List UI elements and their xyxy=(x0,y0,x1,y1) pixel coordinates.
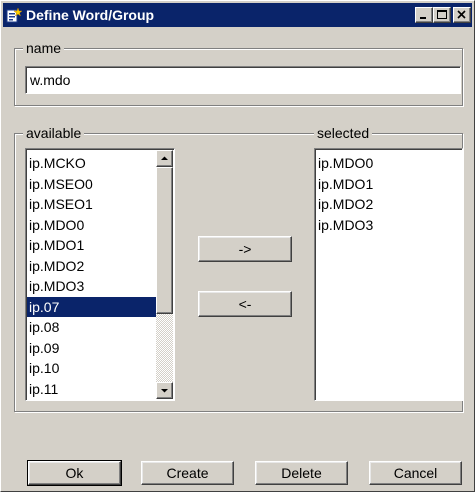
selected-listbox[interactable]: ip.MDO0 ip.MDO1 ip.MDO2 ip.MDO3 xyxy=(314,148,463,401)
ok-button[interactable]: Ok xyxy=(27,460,122,486)
app-icon xyxy=(6,7,23,23)
close-button[interactable] xyxy=(453,7,471,23)
name-input[interactable]: w.mdo xyxy=(25,66,461,94)
selected-list-item[interactable]: ip.MDO0 xyxy=(316,153,461,174)
delete-button[interactable]: Delete xyxy=(255,461,348,485)
maximize-icon xyxy=(437,10,447,19)
available-list-item[interactable]: ip.MDO3 xyxy=(27,276,156,297)
add-to-selected-button[interactable]: -> xyxy=(198,236,292,262)
available-list-item[interactable]: ip.MDO2 xyxy=(27,256,156,277)
available-list-item[interactable]: ip.MSEO1 xyxy=(27,194,156,215)
arrow-up-icon xyxy=(161,156,168,160)
available-scrollbar[interactable] xyxy=(156,150,173,399)
available-list-item[interactable]: ip.MDO0 xyxy=(27,215,156,236)
scroll-thumb[interactable] xyxy=(156,167,173,314)
available-list-item[interactable]: ip.08 xyxy=(27,317,156,338)
arrow-down-icon xyxy=(161,389,168,393)
name-legend: name xyxy=(23,40,65,56)
available-list-item[interactable]: ip.MCKO xyxy=(27,153,156,174)
minimize-icon xyxy=(420,17,426,19)
available-list-item[interactable]: ip.07 xyxy=(27,296,156,317)
close-icon xyxy=(457,10,466,19)
maximize-button[interactable] xyxy=(433,7,451,23)
create-button[interactable]: Create xyxy=(141,461,234,485)
scroll-up-button[interactable] xyxy=(156,150,173,167)
title-bar[interactable]: Define Word/Group xyxy=(3,3,472,27)
available-list-item[interactable]: ip.MDO1 xyxy=(27,235,156,256)
available-list-item[interactable]: ip.MSEO0 xyxy=(27,174,156,195)
selected-list-item[interactable]: ip.MDO1 xyxy=(316,174,461,195)
window-title: Define Word/Group xyxy=(26,7,155,23)
selected-list-item[interactable]: ip.MDO2 xyxy=(316,194,461,215)
minimize-button[interactable] xyxy=(415,7,433,23)
define-word-group-dialog: Define Word/Group name w.mdo available s… xyxy=(0,0,475,492)
scroll-down-button[interactable] xyxy=(156,382,173,399)
available-list-item[interactable]: ip.11 xyxy=(27,379,156,400)
selected-legend: selected xyxy=(314,125,373,141)
available-legend: available xyxy=(23,125,85,141)
available-listbox[interactable]: ip.MCKO ip.MSEO0 ip.MSEO1 ip.MDO0 ip.MDO1 ip.… xyxy=(25,148,175,401)
selected-list-item[interactable]: ip.MDO3 xyxy=(316,215,461,236)
cancel-button[interactable]: Cancel xyxy=(369,461,462,485)
available-list-item[interactable]: ip.09 xyxy=(27,338,156,359)
available-list-item[interactable]: ip.10 xyxy=(27,358,156,379)
remove-from-selected-button[interactable]: <- xyxy=(198,291,292,317)
available-items: ip.MCKO ip.MSEO0 ip.MSEO1 ip.MDO0 ip.MDO1 ip.… xyxy=(27,153,156,399)
selected-items: ip.MDO0 ip.MDO1 ip.MDO2 ip.MDO3 xyxy=(316,153,461,235)
